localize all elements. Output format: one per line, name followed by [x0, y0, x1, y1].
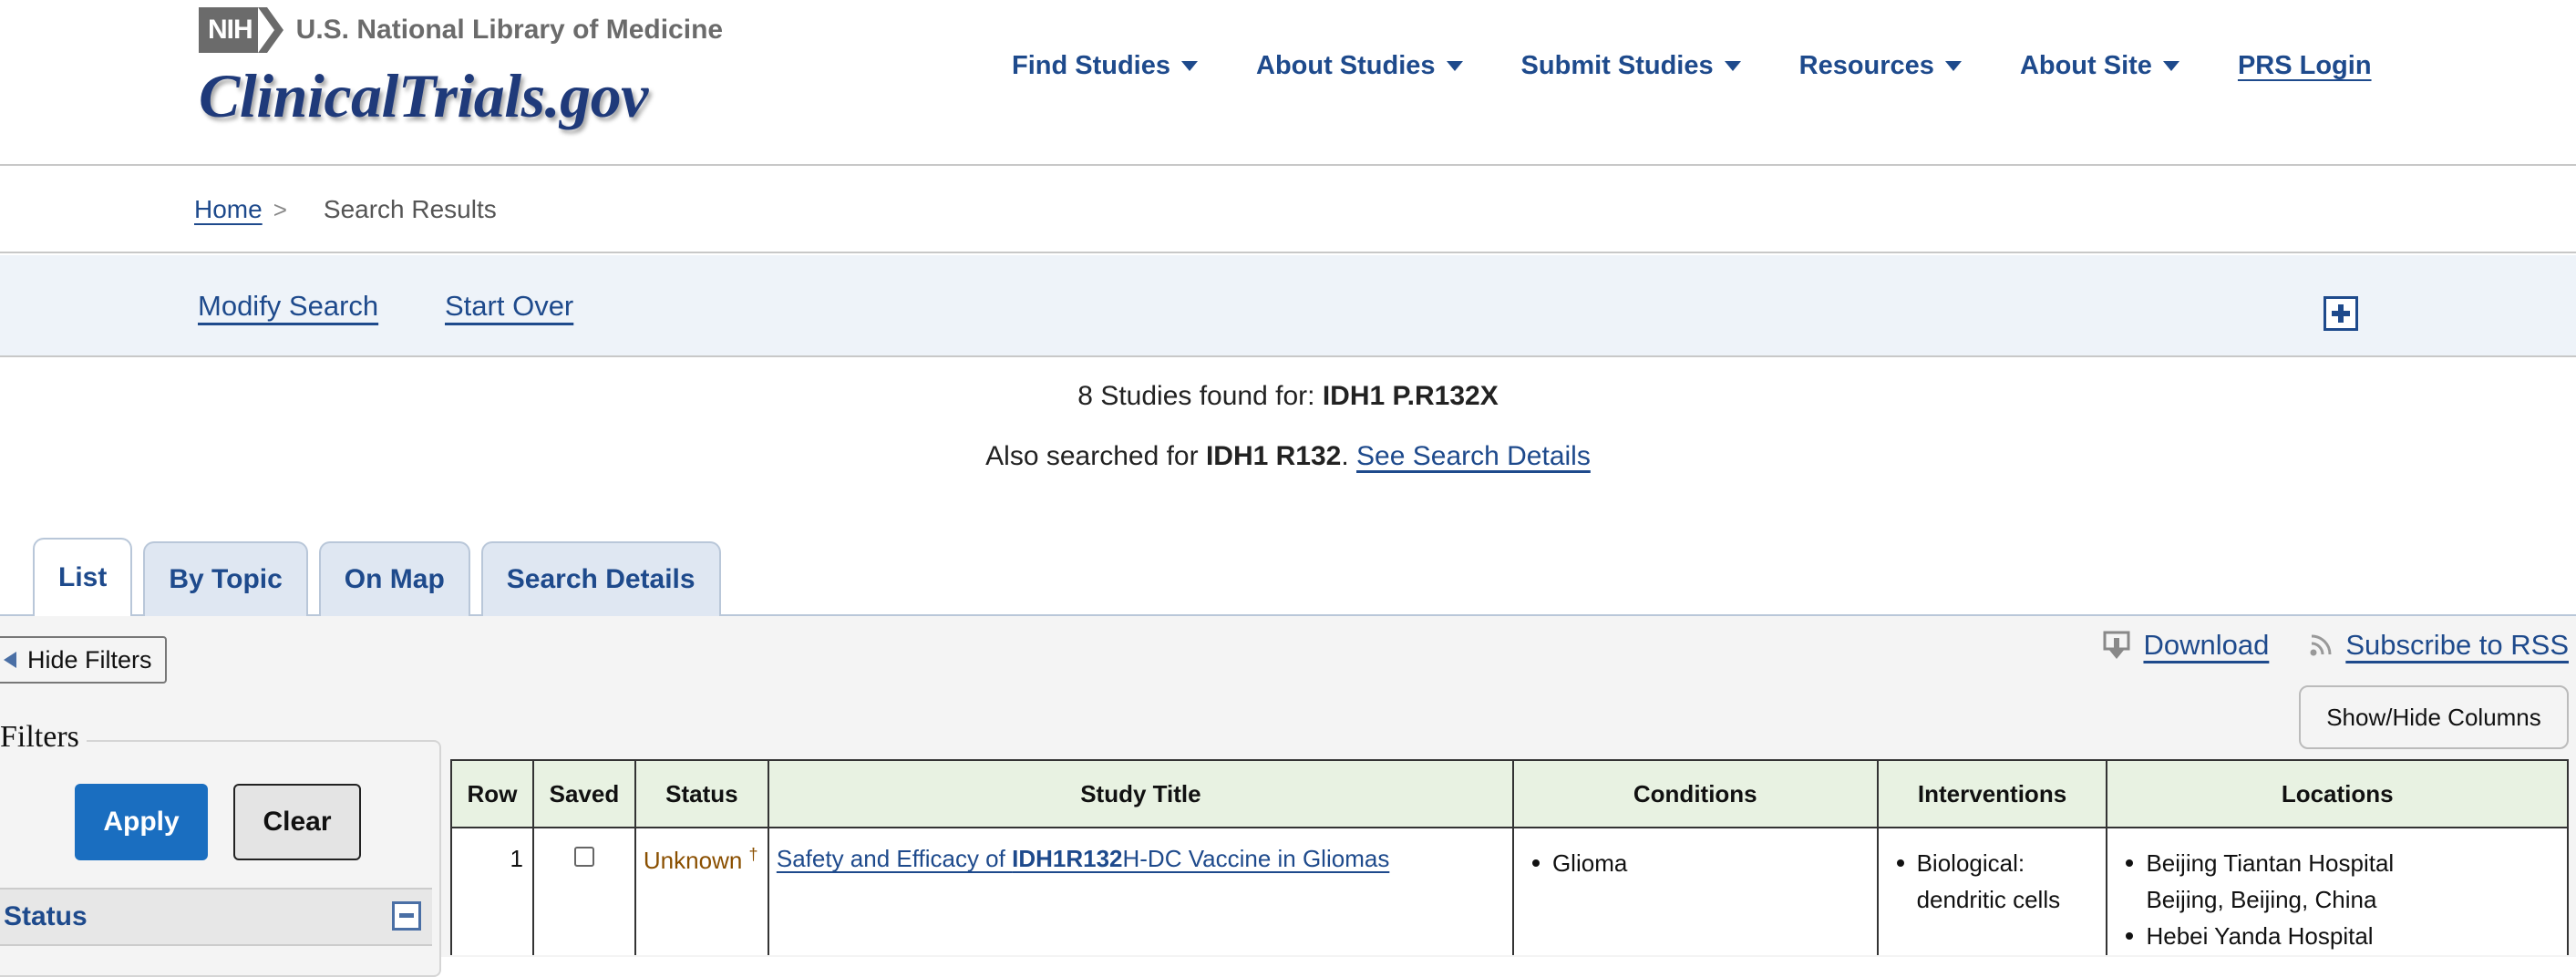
download-icon [2103, 631, 2130, 660]
nav-find-studies[interactable]: Find Studies [1012, 51, 1198, 81]
nav-about-studies[interactable]: About Studies [1256, 51, 1463, 81]
modify-search-link[interactable]: Modify Search [198, 290, 378, 323]
caret-down-icon [1944, 61, 1962, 71]
also-searched: Also searched for IDH1 R132. See Search … [985, 441, 1591, 471]
study-title-cell: Safety and Efficacy of IDH1R132H-DC Vacc… [767, 828, 1514, 955]
caret-down-icon [1446, 61, 1463, 71]
status-filter-header[interactable]: Status [0, 888, 432, 946]
table-row: 1 Unknown † Safety and Efficacy of IDH1R… [450, 828, 2569, 955]
column-header-study-title[interactable]: Study Title [767, 759, 1514, 828]
download-link[interactable]: Download [2143, 629, 2269, 662]
filters-heading: Filters [0, 720, 87, 755]
condition-item: Glioma [1531, 845, 1877, 881]
also-searched-term: IDH1 R132 [1205, 441, 1342, 471]
saved-cell [531, 828, 636, 955]
results-count: 8 Studies found for: IDH1 P.R132X [1077, 381, 1499, 411]
see-search-details-link[interactable]: See Search Details [1356, 441, 1591, 471]
location-item: Beijing Tiantan Hospital Beijing, Beijing… [2126, 845, 2567, 918]
status-cell: Unknown † [634, 828, 769, 955]
nav-submit-studies[interactable]: Submit Studies [1521, 51, 1741, 81]
status-marker: † [748, 845, 758, 863]
conditions-cell: Glioma [1511, 828, 1879, 955]
subscribe-rss-link[interactable]: Subscribe to RSS [2345, 629, 2569, 662]
breadcrumb: Home > Search Results [0, 168, 2576, 253]
column-header-locations[interactable]: Locations [2106, 759, 2569, 828]
column-header-interventions[interactable]: Interventions [1876, 759, 2108, 828]
nih-logo: NIH [199, 7, 283, 53]
caret-down-icon [2162, 61, 2179, 71]
column-header-status[interactable]: Status [634, 759, 769, 828]
nlm-banner[interactable]: NIH U.S. National Library of Medicine [199, 7, 723, 53]
nlm-title: U.S. National Library of Medicine [295, 15, 724, 45]
intervention-item: Biological: dendritic cells [1896, 845, 2107, 918]
tab-by-topic[interactable]: By Topic [143, 541, 308, 616]
tab-list[interactable]: List [33, 538, 133, 616]
clear-button[interactable]: Clear [233, 784, 361, 860]
site-logo[interactable]: ClinicalTrials.gov [199, 60, 648, 132]
column-header-conditions[interactable]: Conditions [1511, 759, 1879, 828]
location-item: Hebei Yanda Hospital [2126, 918, 2567, 954]
search-query: IDH1 P.R132X [1322, 381, 1499, 411]
caret-down-icon [1724, 61, 1741, 71]
caret-down-icon [1181, 61, 1198, 71]
start-over-link[interactable]: Start Over [445, 290, 573, 323]
save-study-checkbox[interactable] [573, 847, 594, 867]
breadcrumb-separator: > [273, 195, 287, 223]
search-actions-bar: Modify Search Start Over [0, 255, 2576, 357]
row-number: 1 [450, 828, 534, 955]
status-value: Unknown † [643, 845, 758, 874]
interventions-cell: Biological: dendritic cells [1876, 828, 2108, 955]
column-header-row[interactable]: Row [450, 759, 534, 828]
breadcrumb-current: Search Results [323, 195, 497, 223]
main-nav: Find Studies About Studies Submit Studie… [1012, 51, 2372, 81]
column-header-saved[interactable]: Saved [531, 759, 636, 828]
tab-on-map[interactable]: On Map [318, 541, 470, 616]
locations-cell: Beijing Tiantan Hospital Beijing, Beijing… [2106, 828, 2569, 955]
site-header: NIH U.S. National Library of Medicine Cl… [0, 0, 2576, 166]
results-tabs: List By Topic On Map Search Details [33, 538, 732, 616]
prs-login-link[interactable]: PRS Login [2238, 51, 2372, 81]
nih-chevron-icon [257, 7, 283, 53]
arrow-left-icon [4, 652, 16, 668]
show-hide-columns-button[interactable]: Show/Hide Columns [2299, 685, 2569, 749]
results-table: Row Saved Status Study Title Conditions … [450, 759, 2569, 955]
rss-icon [2309, 633, 2333, 657]
results-toolbar: Download Subscribe to RSS [2103, 629, 2569, 662]
hide-filters-button[interactable]: Hide Filters [0, 636, 167, 684]
nav-about-site[interactable]: About Site [2020, 51, 2179, 81]
collapse-icon[interactable] [392, 901, 421, 931]
table-header-row: Row Saved Status Study Title Conditions … [450, 759, 2569, 828]
tab-search-details[interactable]: Search Details [480, 541, 721, 616]
expand-search-icon[interactable] [2324, 296, 2358, 331]
study-title-link[interactable]: Safety and Efficacy of IDH1R132H-DC Vacc… [769, 845, 1389, 872]
nav-resources[interactable]: Resources [1799, 51, 1962, 81]
apply-button[interactable]: Apply [75, 784, 208, 860]
breadcrumb-home-link[interactable]: Home [194, 195, 263, 224]
